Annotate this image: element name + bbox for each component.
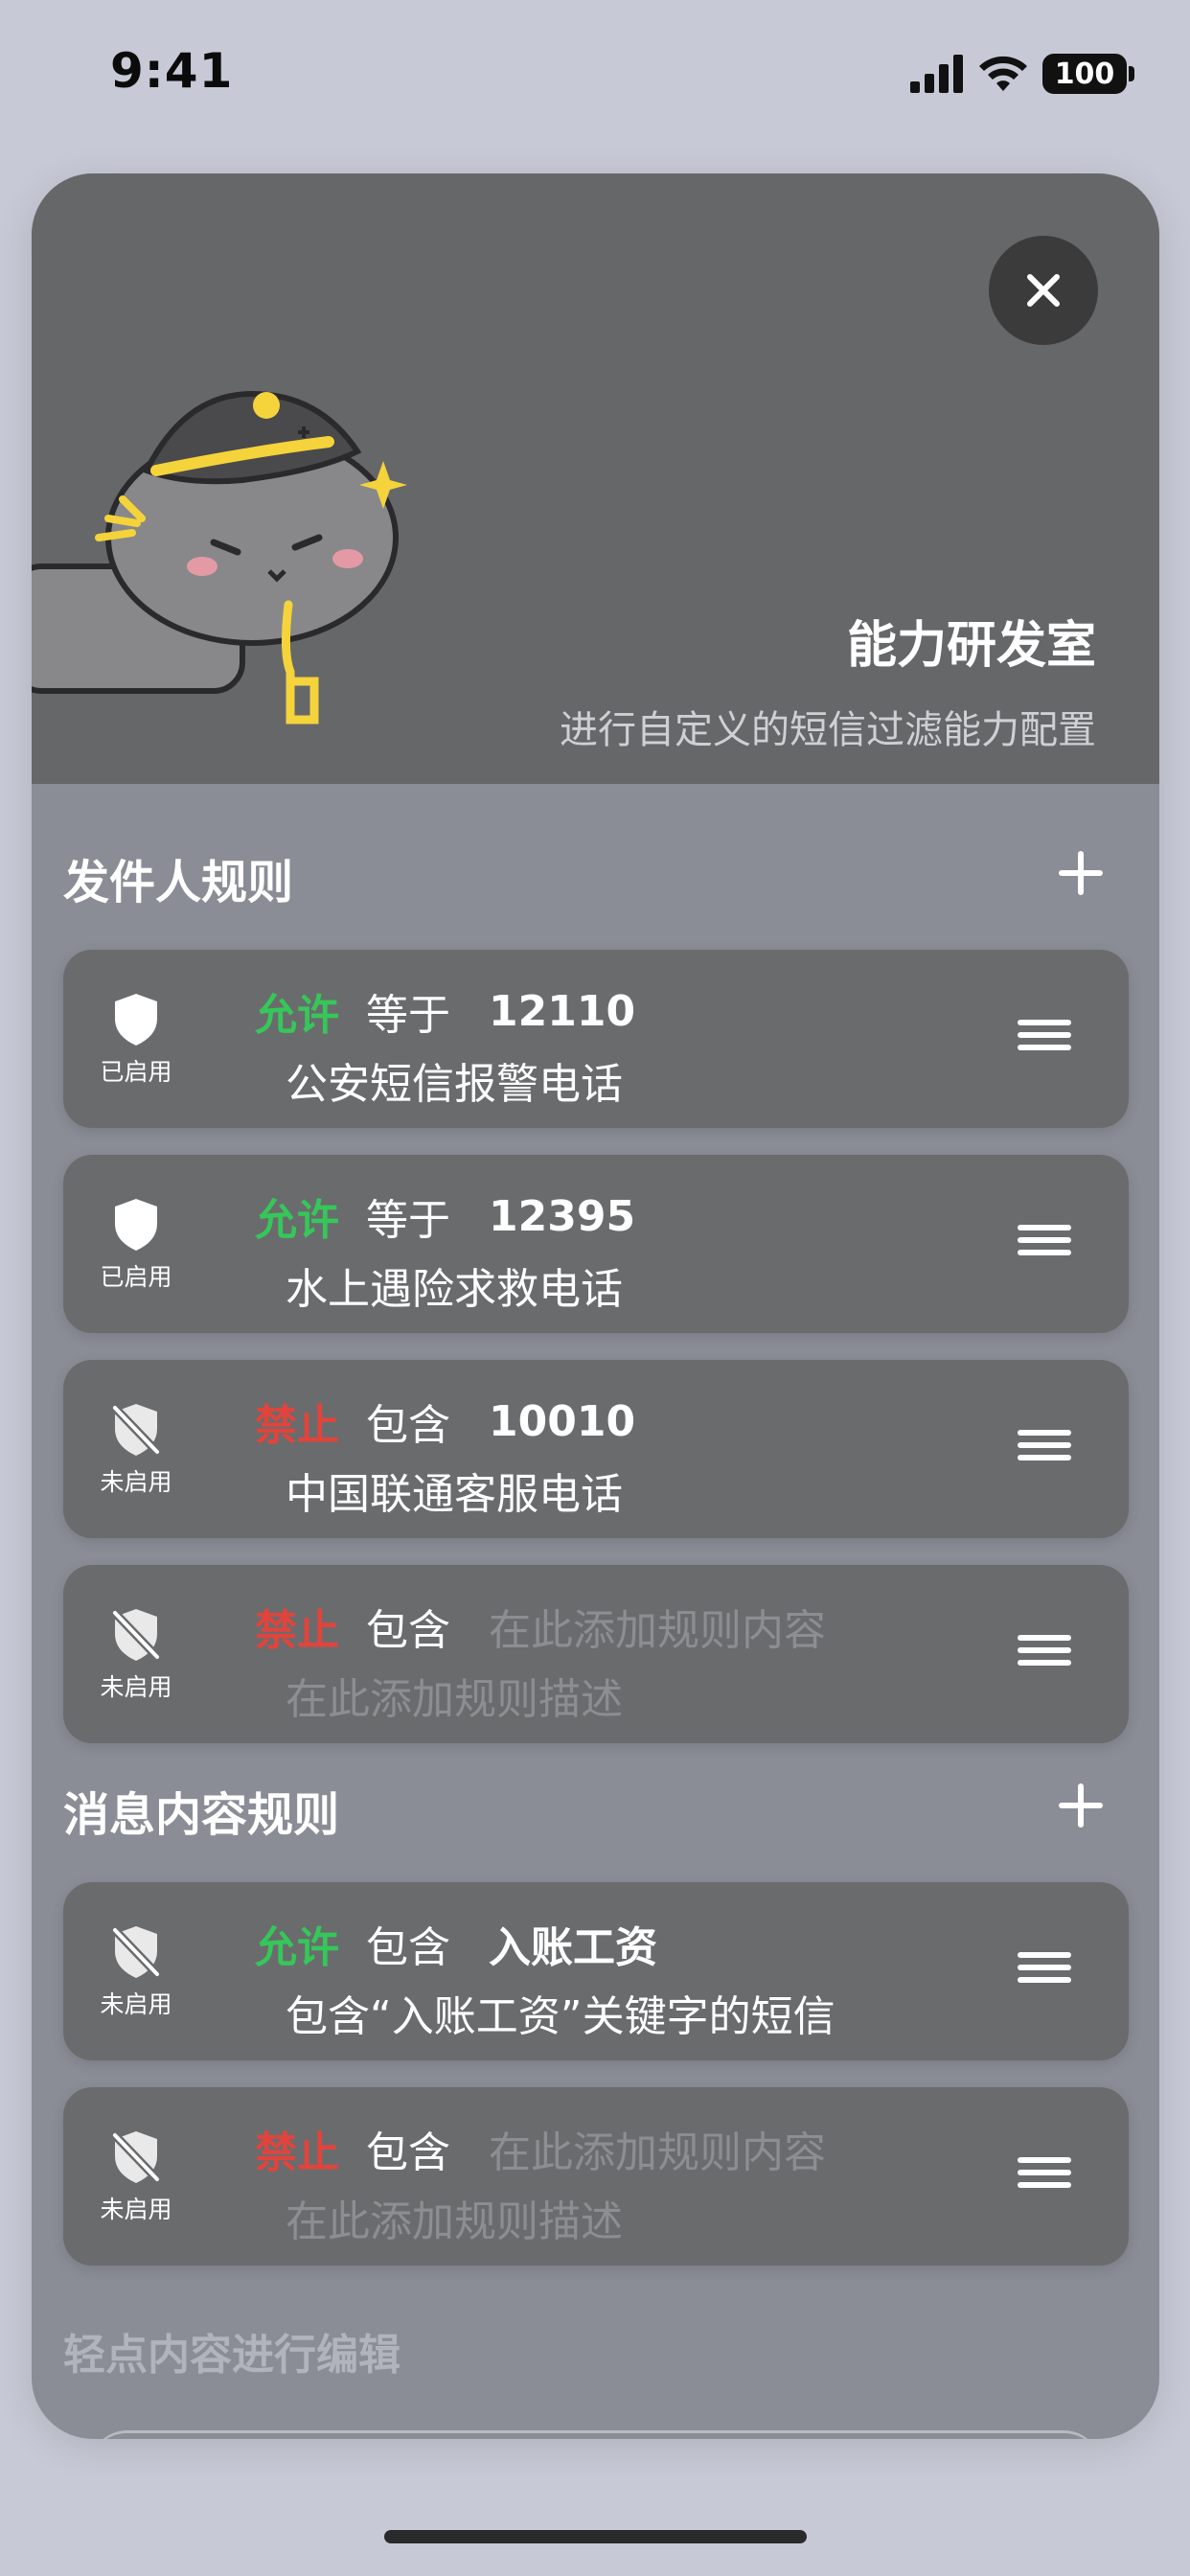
shield-slash-icon [111,1924,161,1980]
rule-status[interactable]: 未启用 [92,1607,180,1703]
rule-condition[interactable]: 允许 包含 入账工资 [255,1915,657,1972]
rule-match-type[interactable]: 等于 [366,1185,450,1247]
rule-match-type[interactable]: 包含 [366,1596,450,1657]
rule-condition[interactable]: 禁止 包含 10010 [255,1391,635,1452]
rule-value[interactable]: 入账工资 [489,1913,657,1974]
rule-description[interactable]: 在此添加规则描述 [286,1665,623,1726]
rule-action[interactable]: 允许 [255,1185,339,1247]
rule-action[interactable]: 允许 [255,1913,339,1974]
rule-condition[interactable]: 允许 等于 12110 [255,980,635,1042]
status-label: 未启用 [100,1468,172,1496]
battery-tip [1129,66,1134,81]
battery-level: 100 [1054,58,1115,91]
status-label: 已启用 [100,1058,172,1086]
rule-condition[interactable]: 允许 等于 12395 [255,1185,635,1247]
banner-title: 能力研发室 [846,617,1096,675]
status-icons: 100 [910,50,1134,98]
signal-icon [910,55,963,93]
rule-match-type[interactable]: 等于 [366,980,450,1042]
cat-police-illustration-icon [32,390,407,724]
section-header-sender-rules: 发件人规则 [63,835,1127,911]
next-panel-edge [89,2430,1102,2439]
banner: 能力研发室 进行自定义的短信过滤能力配置 [32,173,1159,784]
rule-card[interactable]: 未启用 禁止 包含 在此添加规则内容在此添加规则描述 [63,1565,1129,1743]
drag-handle-icon[interactable] [1018,1430,1071,1468]
rule-action[interactable]: 禁止 [255,1596,339,1657]
rules-sheet: 能力研发室 进行自定义的短信过滤能力配置 发件人规则 已启用 允许 等于 12110 公… [32,173,1159,2439]
rule-match-type[interactable]: 包含 [366,1391,450,1452]
rule-value[interactable]: 12110 [489,987,635,1036]
rule-status[interactable]: 已启用 [92,992,180,1088]
rule-description[interactable]: 中国联通客服电话 [286,1460,623,1521]
shield-icon [115,994,157,1046]
rule-description[interactable]: 水上遇险求救电话 [286,1254,623,1316]
close-icon [1027,274,1060,307]
rule-value[interactable]: 在此添加规则内容 [489,2118,826,2179]
plus-icon[interactable] [1054,1779,1108,1832]
wifi-icon [979,56,1027,91]
shield-slash-icon [111,2129,161,2185]
section-title: 消息内容规则 [63,1788,340,1842]
banner-subtitle: 进行自定义的短信过滤能力配置 [560,708,1096,752]
rule-action[interactable]: 允许 [255,980,339,1042]
rule-status[interactable]: 未启用 [92,1402,180,1498]
rule-action[interactable]: 禁止 [255,1391,339,1452]
rule-description[interactable]: 在此添加规则描述 [286,2187,623,2248]
home-indicator[interactable] [384,2530,807,2543]
rule-card[interactable]: 未启用 禁止 包含 10010 中国联通客服电话 [63,1360,1129,1538]
status-label: 未启用 [100,1990,172,2018]
section-header-content-rules: 消息内容规则 [63,1767,1127,1844]
close-button[interactable] [989,236,1098,345]
rule-card[interactable]: 已启用 允许 等于 12110 公安短信报警电话 [63,950,1129,1128]
shield-slash-icon [111,1402,161,1458]
rule-value[interactable]: 12395 [489,1192,635,1241]
rule-status[interactable]: 未启用 [92,1924,180,2020]
status-time: 9:41 [110,43,234,99]
rule-condition[interactable]: 禁止 包含 在此添加规则内容 [255,2120,826,2177]
rule-card[interactable]: 未启用 允许 包含 入账工资包含“入账工资”关键字的短信 [63,1882,1129,2060]
status-label: 已启用 [100,1263,172,1291]
rule-value[interactable]: 在此添加规则内容 [489,1596,826,1657]
shield-slash-icon [111,1607,161,1663]
rule-description[interactable]: 公安短信报警电话 [286,1049,623,1111]
rule-status[interactable]: 未启用 [92,2129,180,2225]
drag-handle-icon[interactable] [1018,1635,1071,1673]
status-label: 未启用 [100,1673,172,1701]
battery-icon: 100 [1042,54,1127,94]
drag-handle-icon[interactable] [1018,1952,1071,1990]
plus-icon[interactable] [1054,846,1108,900]
shield-icon [115,1199,157,1251]
drag-handle-icon[interactable] [1018,2157,1071,2196]
rule-condition[interactable]: 禁止 包含 在此添加规则内容 [255,1598,826,1655]
drag-handle-icon[interactable] [1018,1020,1071,1058]
rule-description[interactable]: 包含“入账工资”关键字的短信 [286,1982,835,2043]
rule-card[interactable]: 已启用 允许 等于 12395 水上遇险求救电话 [63,1155,1129,1333]
rule-status[interactable]: 已启用 [92,1197,180,1293]
status-bar: 9:41 100 [0,0,1190,153]
drag-handle-icon[interactable] [1018,1225,1071,1263]
rule-card[interactable]: 未启用 禁止 包含 在此添加规则内容在此添加规则描述 [63,2087,1129,2266]
status-label: 未启用 [100,2196,172,2223]
footer-hint: 轻点内容进行编辑 [63,2331,400,2380]
rule-match-type[interactable]: 包含 [366,1913,450,1974]
rule-action[interactable]: 禁止 [255,2118,339,2179]
rule-match-type[interactable]: 包含 [366,2118,450,2179]
rule-value[interactable]: 10010 [489,1397,635,1446]
section-title: 发件人规则 [63,856,294,909]
